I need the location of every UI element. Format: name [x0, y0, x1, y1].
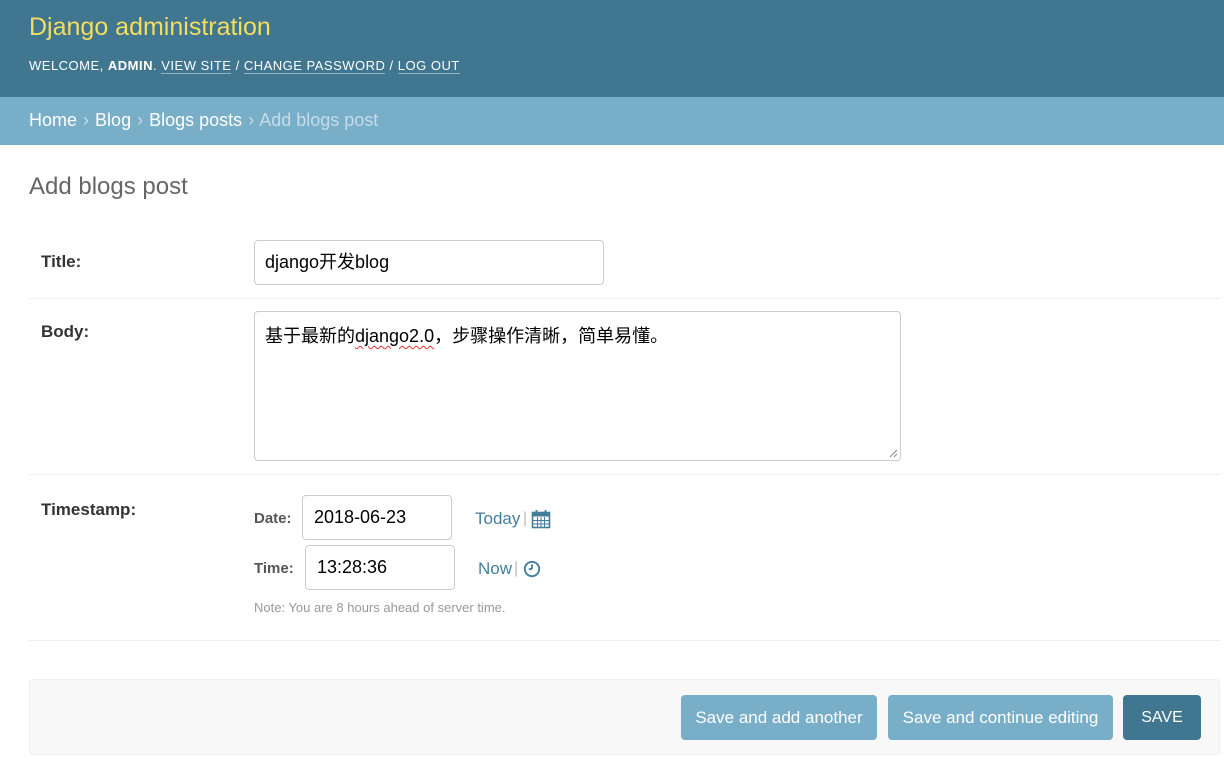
form-row-body: Body: 基于最新的django2.0，步骤操作清晰，简单易懂。	[29, 299, 1220, 475]
view-site-link[interactable]: View site	[161, 58, 232, 74]
body-textarea[interactable]: 基于最新的django2.0，步骤操作清晰，简单易懂。	[254, 311, 901, 461]
user-tools: Welcome, admin. View site / Change passw…	[29, 58, 460, 74]
save-add-another-button[interactable]: Save and add another	[681, 695, 877, 740]
title-input[interactable]: django开发blog	[254, 240, 604, 285]
breadcrumb-blog[interactable]: Blog	[95, 110, 131, 130]
user-tools-separator: /	[385, 58, 398, 73]
timestamp-label: Timestamp:	[41, 500, 137, 519]
page-title: Add blogs post	[29, 173, 188, 200]
date-label: Date:	[254, 510, 292, 527]
username: admin	[107, 58, 154, 73]
time-input[interactable]: 13:28:36	[305, 545, 455, 590]
time-label: Time:	[254, 560, 294, 577]
clock-icon[interactable]	[523, 560, 541, 578]
body-text: 基于最新的	[265, 326, 355, 346]
today-link[interactable]: Today	[475, 509, 520, 529]
change-password-link[interactable]: Change password	[243, 58, 386, 74]
title-label: Title:	[41, 252, 82, 271]
date-input[interactable]: 2018-06-23	[302, 495, 452, 540]
save-button[interactable]: Save	[1123, 695, 1201, 740]
breadcrumb: Home › Blog › Blogs posts › Add blogs po…	[0, 97, 1224, 145]
breadcrumb-home[interactable]: Home	[29, 110, 77, 130]
body-text-misspelled: django2.0	[355, 326, 435, 346]
header: Django administration Welcome, admin. Vi…	[0, 0, 1224, 97]
now-link[interactable]: Now	[478, 559, 512, 579]
breadcrumb-separator: ›	[248, 110, 255, 130]
shortcut-pipe: |	[514, 560, 519, 577]
form-row-timestamp: Timestamp: Date: 2018-06-23 Today | Time…	[29, 475, 1220, 641]
breadcrumb-separator: ›	[137, 110, 144, 130]
body-text: ，步骤操作清晰，简单易懂。	[434, 326, 669, 346]
timezone-help-text: Note: You are 8 hours ahead of server ti…	[254, 600, 506, 615]
log-out-link[interactable]: Log out	[397, 58, 460, 74]
breadcrumb-current: Add blogs post	[259, 110, 379, 130]
submit-row: Save and add another Save and continue e…	[29, 679, 1220, 755]
resize-grip-icon[interactable]	[889, 449, 898, 458]
user-tools-separator: /	[231, 58, 244, 73]
shortcut-pipe: |	[523, 510, 528, 527]
calendar-icon[interactable]	[531, 509, 551, 529]
welcome-text: Welcome,	[29, 58, 108, 73]
save-continue-editing-button[interactable]: Save and continue editing	[888, 695, 1113, 740]
body-label: Body:	[41, 322, 90, 341]
breadcrumb-separator: ›	[83, 110, 90, 130]
site-branding[interactable]: Django administration	[29, 13, 271, 42]
welcome-suffix: .	[153, 58, 162, 73]
breadcrumb-blogs-posts[interactable]: Blogs posts	[149, 110, 242, 130]
form-row-title: Title: django开发blog	[29, 229, 1220, 299]
